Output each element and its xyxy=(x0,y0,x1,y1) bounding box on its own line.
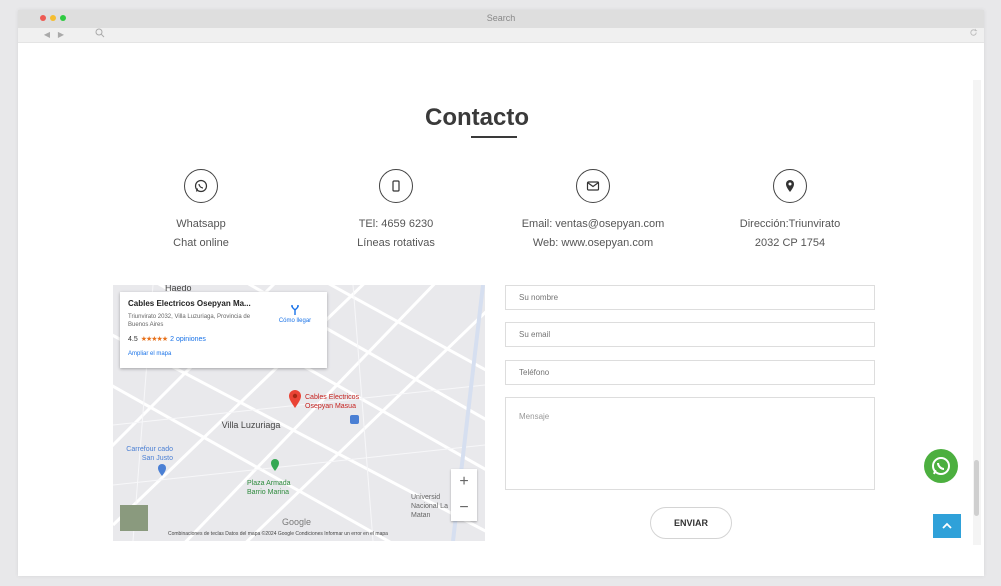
info-detail: Chat online xyxy=(173,237,229,249)
zoom-out-button[interactable]: − xyxy=(451,495,477,521)
info-whatsapp: Whatsapp Chat online xyxy=(121,169,281,253)
park-pin-icon xyxy=(270,458,280,477)
browser-window: Search ◀ ▶ Contacto Whatsapp Chat online xyxy=(18,10,984,576)
zoom-controls: + − xyxy=(451,469,477,521)
back-button[interactable]: ◀ xyxy=(44,30,50,39)
info-label: Whatsapp xyxy=(176,218,226,230)
page-content: Contacto Whatsapp Chat online TEl: 4659 … xyxy=(18,44,984,550)
info-detail: 2032 CP 1754 xyxy=(754,237,826,249)
page-title: Contacto xyxy=(425,104,529,131)
directions-label: Cómo llegar xyxy=(278,318,312,324)
phone-field[interactable] xyxy=(505,360,875,385)
map-label-carrefour: Carrefour cado San Justo xyxy=(126,446,173,462)
info-detail: Líneas rotativas xyxy=(357,237,435,249)
scroll-top-button[interactable] xyxy=(933,514,961,538)
info-label: TEl: 4659 6230 xyxy=(358,218,434,230)
place-card: Cables Electricos Osepyan Ma... Triunvir… xyxy=(120,292,327,368)
enlarge-map-link[interactable]: Ampliar el mapa xyxy=(128,351,171,357)
info-detail: Web: www.osepyan.com xyxy=(532,237,654,249)
location-icon xyxy=(773,169,807,203)
info-address: Dirección:Triunvirato 2032 CP 1754 xyxy=(710,169,870,253)
forward-button[interactable]: ▶ xyxy=(58,30,64,39)
map-attribution: Combinaciones de teclas Datos del mapa ©… xyxy=(168,531,388,537)
title-underline xyxy=(471,136,517,138)
whatsapp-icon xyxy=(184,169,218,203)
submit-button[interactable]: ENVIAR xyxy=(650,507,732,539)
chevron-up-icon xyxy=(942,522,952,529)
whatsapp-float-button[interactable] xyxy=(924,449,958,483)
info-label: Email: ventas@osepyan.com xyxy=(521,218,665,230)
mail-icon xyxy=(576,169,610,203)
directions-button[interactable]: Cómo llegar xyxy=(273,304,317,324)
phone-icon xyxy=(379,169,413,203)
email-field[interactable] xyxy=(505,322,875,347)
map-marker-icon[interactable] xyxy=(288,389,302,414)
place-address: Triunvirato 2032, Villa Luzuriaga, Provi… xyxy=(128,314,251,328)
map-marker-label: Cables Electricos Osepyan Masua xyxy=(305,394,360,410)
window-title: Search xyxy=(486,13,516,23)
place-name: Cables Electricos Osepyan Ma... xyxy=(128,299,251,308)
refresh-icon[interactable] xyxy=(969,28,978,41)
whatsapp-icon xyxy=(932,457,950,475)
map-label-university: Universid Nacional La Matan xyxy=(411,494,448,519)
reviews-link[interactable]: 2 opiniones xyxy=(170,336,206,343)
message-field[interactable]: Mensaje xyxy=(505,397,875,490)
nav-buttons: ◀ ▶ xyxy=(40,29,68,40)
info-phone: TEl: 4659 6230 Líneas rotativas xyxy=(316,169,476,253)
satellite-thumbnail xyxy=(120,505,148,531)
info-email: Email: ventas@osepyan.com Web: www.osepy… xyxy=(513,169,673,253)
map-label-villa: Villa Luzuriaga xyxy=(221,420,281,430)
rating-stars: ★★★★★ xyxy=(140,336,168,343)
scrollbar-thumb[interactable] xyxy=(974,460,979,516)
directions-icon xyxy=(273,304,317,318)
page-scrollbar[interactable] xyxy=(973,80,981,545)
place-rating: 4.5 ★★★★★ 2 opiniones xyxy=(128,335,206,343)
google-logo: Google xyxy=(282,517,312,527)
search-icon[interactable] xyxy=(95,28,105,42)
name-field[interactable] xyxy=(505,285,875,310)
browser-toolbar: ◀ ▶ xyxy=(18,28,984,43)
title-bar: Search xyxy=(18,10,984,28)
rating-value: 4.5 xyxy=(128,336,138,343)
map-label-plaza: Plaza Armada Barrio Marina xyxy=(247,480,291,496)
shopping-pin-icon xyxy=(157,463,167,482)
zoom-in-button[interactable]: + xyxy=(451,469,477,495)
transit-icon xyxy=(350,415,359,424)
info-label: Dirección:Triunvirato xyxy=(739,218,841,230)
google-map[interactable]: Haedo Villa Luzuriaga Carrefour cado San… xyxy=(113,285,485,541)
